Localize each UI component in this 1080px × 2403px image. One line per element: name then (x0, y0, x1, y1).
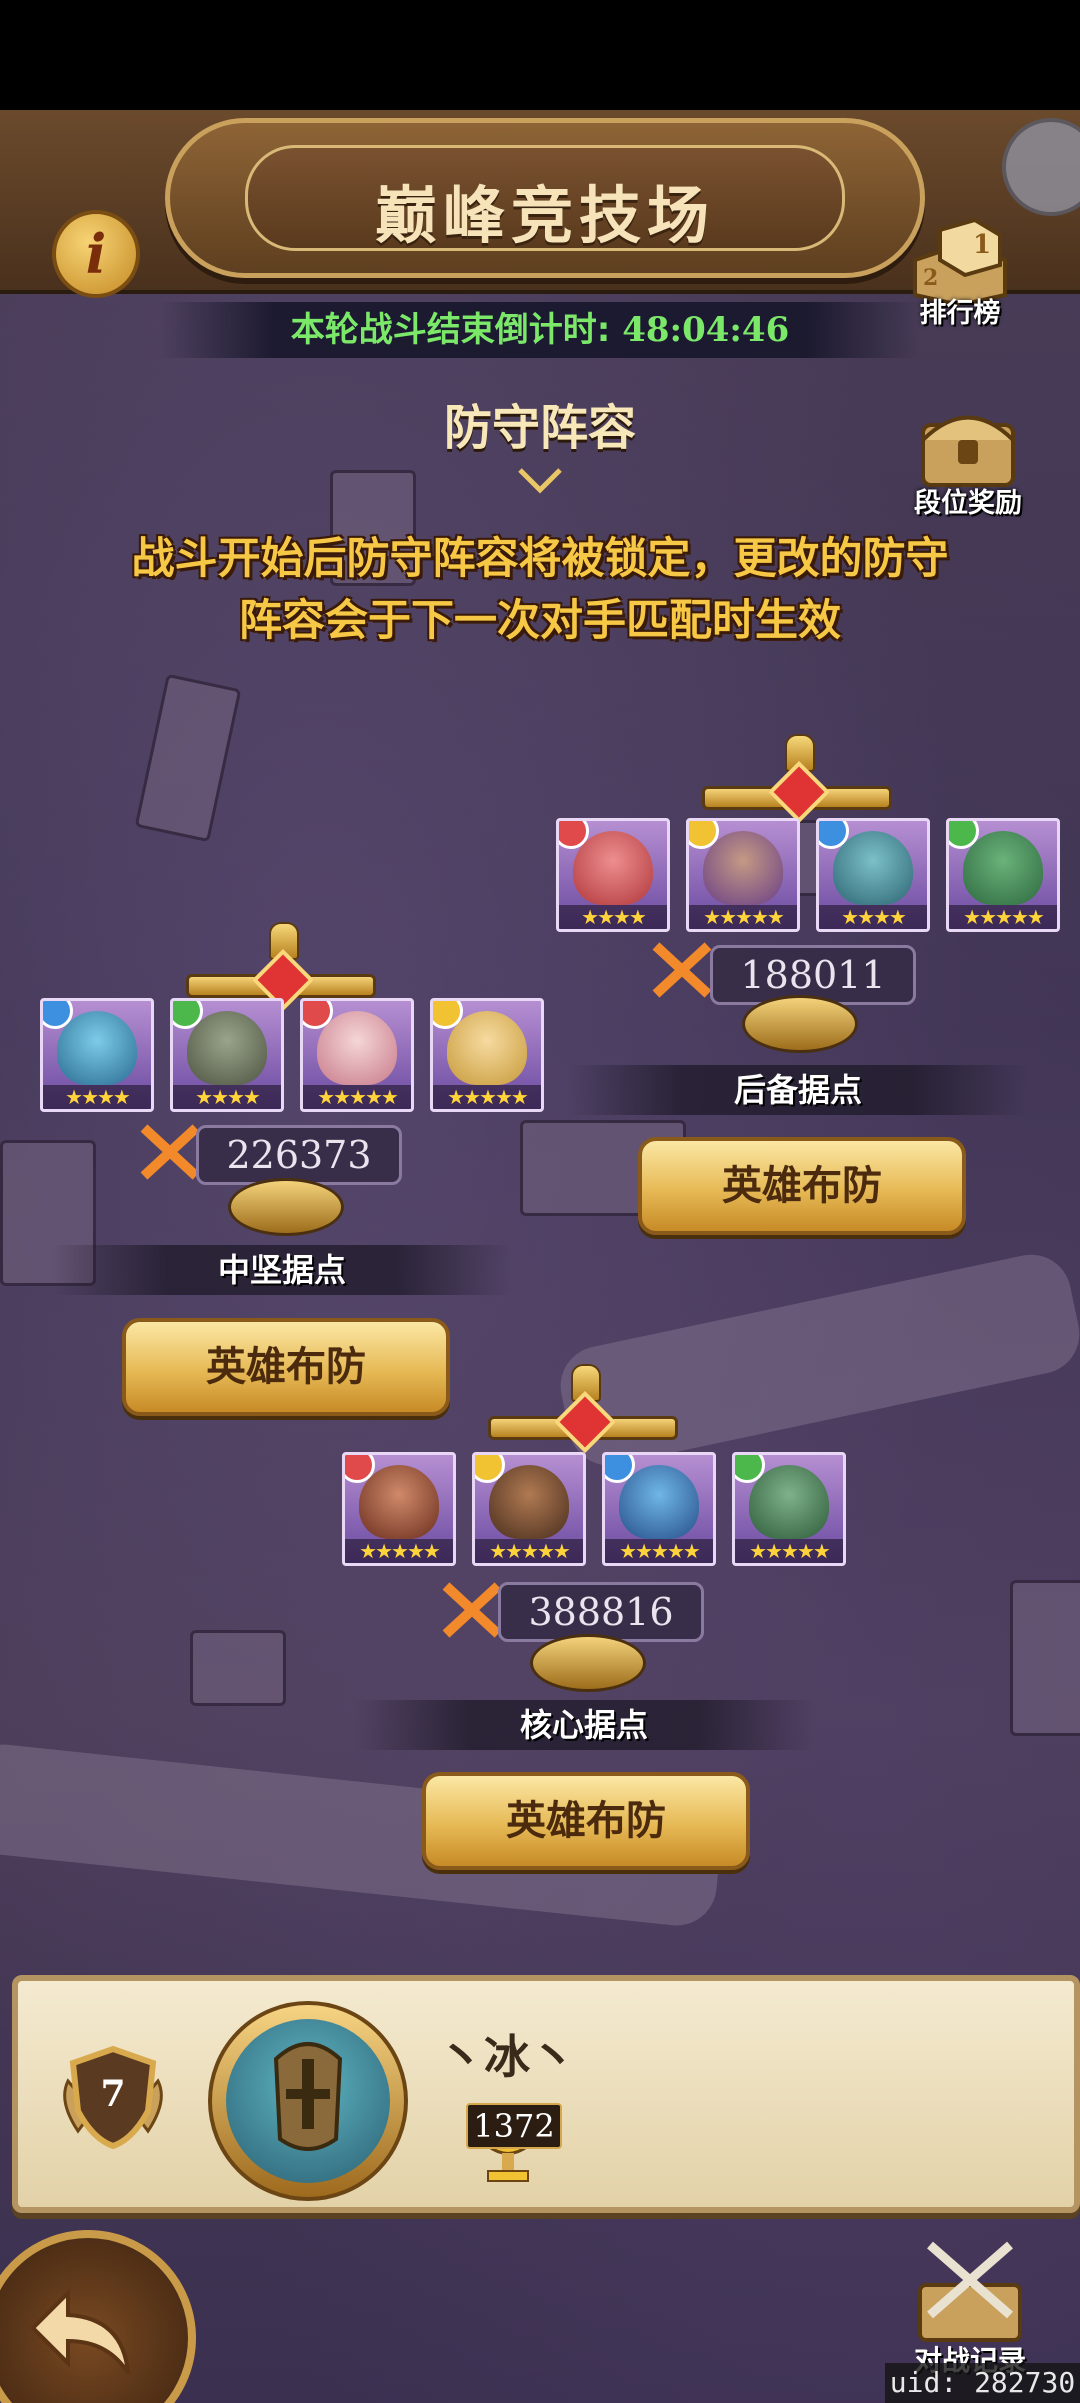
core-scale-base (530, 1634, 646, 1692)
defense-lineup-banner: 防守阵容 (340, 378, 740, 478)
hero-card[interactable]: ★★★★★ (602, 1452, 716, 1566)
reserve-station-label: 后备据点 (568, 1065, 1028, 1115)
core-hero-row[interactable]: ★★★★★ ★★★★★ ★★★★★ ★★★★★ (342, 1452, 846, 1566)
helmet-icon (273, 2042, 343, 2151)
hero-stars: ★★★★ (43, 1085, 151, 1109)
player-info-panel: 7 丶冰丶 1372 (12, 1975, 1080, 2213)
player-name: 丶冰丶 (438, 2030, 576, 2084)
hero-stars: ★★★★★ (345, 1539, 453, 1563)
hero-card[interactable]: ★★★★★ (342, 1452, 456, 1566)
svg-text:1: 1 (973, 230, 991, 260)
notice-line-2: 阵容会于下一次对手匹配时生效 (239, 596, 841, 646)
treasure-chest-icon (921, 415, 1015, 487)
middle-hero-row[interactable]: ★★★★ ★★★★ ★★★★★ ★★★★★ (40, 998, 544, 1112)
hero-card[interactable]: ★★★★★ (946, 818, 1060, 932)
page-title: 巅峰竞技场 (374, 179, 715, 252)
battle-record-button[interactable]: 对战记录 (895, 2235, 1045, 2377)
map-rock (1010, 1580, 1080, 1736)
hero-stars: ★★★★★ (433, 1085, 541, 1109)
hero-card[interactable]: ★★★★ (170, 998, 284, 1112)
rank-reward-label: 段位奖励 (914, 488, 1022, 519)
chevron-down-icon (518, 468, 562, 494)
hero-stars: ★★★★★ (689, 905, 797, 929)
rank-level: 7 (100, 2073, 126, 2115)
avatar-image (226, 2019, 390, 2183)
middle-hero-defense-button[interactable]: 英雄布防 (122, 1318, 450, 1416)
hero-stars: ★★★★★ (735, 1539, 843, 1563)
countdown-label: 本轮战斗结束倒计时: (290, 310, 611, 350)
middle-scale-base (228, 1178, 344, 1236)
map-rock (190, 1630, 286, 1706)
crossed-swords-icon (140, 1124, 200, 1180)
core-hero-defense-button[interactable]: 英雄布防 (422, 1772, 750, 1870)
notice-line-1: 战斗开始后防守阵容将被锁定，更改的防守 (131, 534, 949, 584)
hero-card[interactable]: ★★★★★ (732, 1452, 846, 1566)
crossed-swords-icon (442, 1582, 502, 1638)
info-icon[interactable]: i (52, 210, 140, 298)
uid-label: uid: 282730 (885, 2363, 1080, 2403)
countdown-time: 48:04:46 (622, 310, 790, 350)
svg-text:2: 2 (923, 265, 938, 291)
hero-card[interactable]: ★★★★★ (300, 998, 414, 1112)
hero-stars: ★★★★ (819, 905, 927, 929)
hero-stars: ★★★★ (559, 905, 667, 929)
middle-station-label: 中坚据点 (52, 1245, 512, 1295)
hero-card[interactable]: ★★★★ (556, 818, 670, 932)
hero-card[interactable]: ★★★★★ (472, 1452, 586, 1566)
battle-countdown: 本轮战斗结束倒计时: 48:04:46 (160, 302, 920, 358)
core-power: 388816 (498, 1582, 704, 1642)
crossed-swords-icon (652, 942, 712, 998)
hero-card[interactable]: ★★★★ (40, 998, 154, 1112)
reserve-scale-base (742, 995, 858, 1053)
rank-reward-button[interactable]: 段位奖励 (908, 395, 1028, 525)
hero-stars: ★★★★ (173, 1085, 281, 1109)
hero-stars: ★★★★★ (303, 1085, 411, 1109)
hero-card[interactable]: ★★★★ (816, 818, 930, 932)
crossed-swords-book-icon (918, 2241, 1022, 2342)
hero-stars: ★★★★★ (475, 1539, 583, 1563)
title-plate: 巅峰竞技场 (165, 118, 925, 278)
reserve-hero-row[interactable]: ★★★★ ★★★★★ ★★★★ ★★★★★ (556, 818, 1060, 932)
hero-card[interactable]: ★★★★★ (430, 998, 544, 1112)
section-title: 防守阵容 (443, 400, 636, 456)
core-station-label: 核心据点 (354, 1700, 814, 1750)
hero-stars: ★★★★★ (605, 1539, 713, 1563)
reserve-hero-defense-button[interactable]: 英雄布防 (638, 1137, 966, 1235)
trophy-count: 1372 (466, 2103, 562, 2149)
arena-screen: 巅峰竞技场 i 本轮战斗结束倒计时: 48:04:46 1 2 排行榜 段位奖励… (0, 0, 1080, 2403)
back-arrow-icon (30, 2288, 130, 2375)
middle-power: 226373 (196, 1125, 402, 1185)
ranking-label: 排行榜 (919, 298, 1001, 329)
avatar[interactable] (208, 2001, 408, 2201)
ranking-button[interactable]: 1 2 排行榜 (900, 205, 1020, 335)
podium-icon: 1 2 (913, 217, 1007, 308)
hero-stars: ★★★★★ (949, 905, 1057, 929)
hero-card[interactable]: ★★★★★ (686, 818, 800, 932)
